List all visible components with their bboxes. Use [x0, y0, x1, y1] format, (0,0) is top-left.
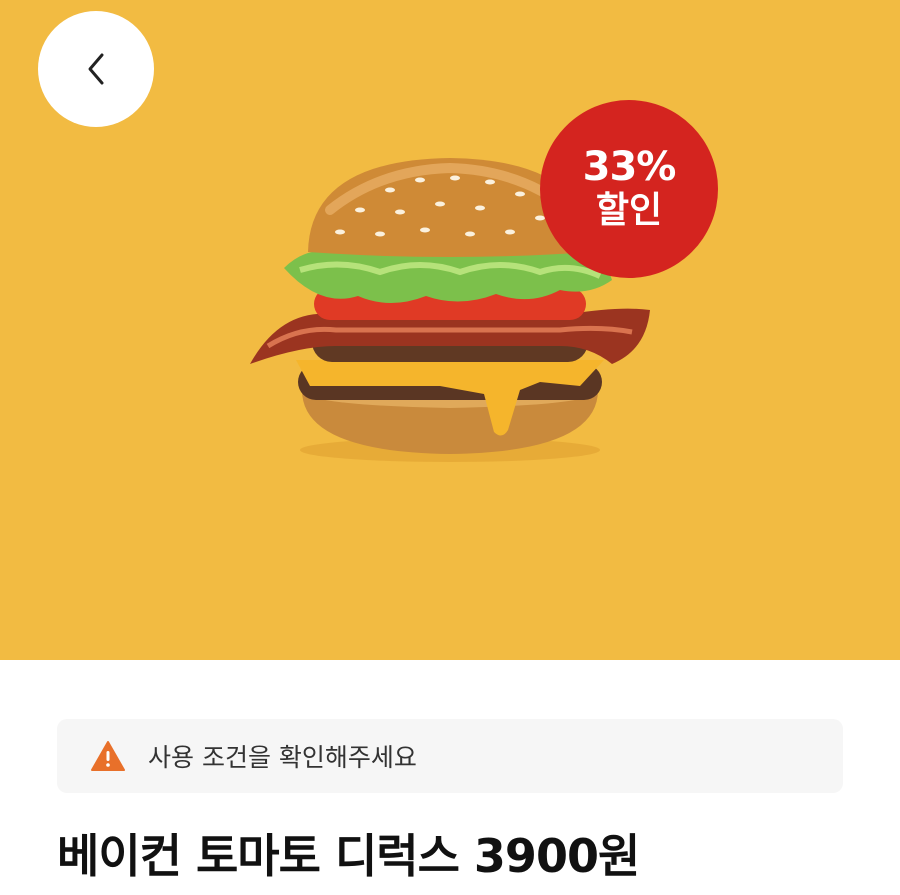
product-title: 베이컨 토마토 디럭스 3900원	[57, 829, 640, 883]
discount-badge: 33% 할인	[540, 100, 718, 278]
product-hero: 33% 할인	[0, 0, 900, 660]
notice-text: 사용 조건을 확인해주세요	[148, 743, 417, 772]
discount-percent: 33%	[582, 144, 677, 190]
chevron-left-icon	[88, 53, 104, 85]
discount-label: 할인	[595, 190, 663, 231]
usage-conditions-notice[interactable]: 사용 조건을 확인해주세요	[57, 719, 843, 793]
warning-triangle-icon	[91, 741, 125, 771]
back-button[interactable]	[38, 11, 154, 127]
